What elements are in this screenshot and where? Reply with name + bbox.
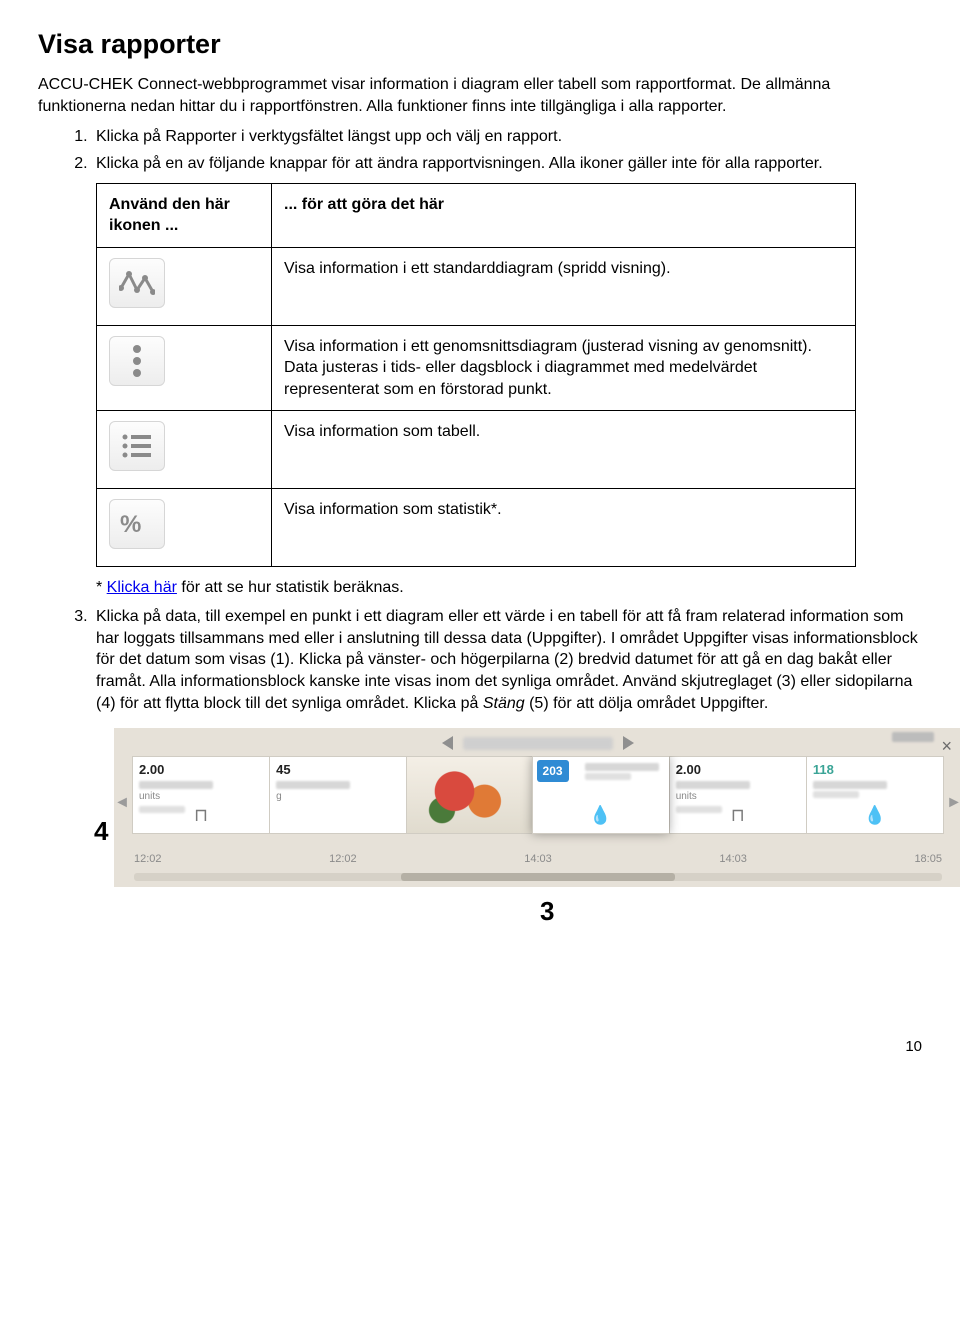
date-label xyxy=(463,737,613,750)
timestamp: 14:03 xyxy=(524,852,552,867)
card-title xyxy=(276,781,350,789)
close-icon[interactable]: × xyxy=(941,734,952,758)
footnote-link[interactable]: Klicka här xyxy=(107,579,177,596)
callout-4-left: 4 xyxy=(94,814,108,849)
svg-text:%: % xyxy=(120,511,141,538)
card-value: 2.00 xyxy=(139,762,164,777)
step-1: Klicka på Rapporter i verktygsfältet län… xyxy=(92,126,922,148)
next-day-arrow-icon[interactable] xyxy=(623,736,634,750)
card-sub: units xyxy=(139,791,160,802)
details-panel: × ◄ 2.00 units ⊓ 45 xyxy=(114,728,960,887)
steps-list: Klicka på Rapporter i verktygsfältet län… xyxy=(38,126,922,887)
intro-paragraph: ACCU-CHEK Connect-webbprogrammet visar i… xyxy=(38,74,922,117)
timestamp: 12:02 xyxy=(134,852,162,867)
table-row: Visa information som tabell. xyxy=(97,411,856,489)
timestamps-row: 12:02 12:02 14:03 14:03 18:05 xyxy=(114,852,960,867)
page-number: 10 xyxy=(38,1037,922,1057)
callout-3: 3 xyxy=(540,894,554,929)
step-2: Klicka på en av följande knappar för att… xyxy=(92,153,922,598)
scroll-left-arrow-icon[interactable]: ◄ xyxy=(114,756,130,850)
scatter-chart-icon[interactable] xyxy=(109,258,165,308)
cards-row: 2.00 units ⊓ 45 g xyxy=(130,756,946,850)
card-value: 2.00 xyxy=(676,762,701,777)
table-view-icon[interactable] xyxy=(109,421,165,471)
card-value: 45 xyxy=(276,762,290,777)
table-row: Visa information i ett genomsnittsdiagra… xyxy=(97,325,856,411)
card-sub: units xyxy=(676,791,697,802)
statistics-icon[interactable]: % xyxy=(109,499,165,549)
card-title xyxy=(676,781,750,789)
scroll-thumb[interactable] xyxy=(401,873,676,881)
col-header-icon: Använd den här ikonen ... xyxy=(97,183,272,247)
desc-average: Visa information i ett genomsnittsdiagra… xyxy=(272,325,856,411)
scroll-right-arrow-icon[interactable]: ► xyxy=(946,756,960,850)
table-row: Visa information i ett standarddiagram (… xyxy=(97,248,856,326)
info-card-selected[interactable]: 203 💧 xyxy=(532,756,669,834)
table-row: % Visa information som statistik*. xyxy=(97,488,856,566)
details-header: × xyxy=(114,728,960,756)
insulin-icon: ⊓ xyxy=(731,803,745,827)
card-sub: g xyxy=(276,791,282,802)
close-label xyxy=(892,732,934,742)
card-value: 118 xyxy=(813,762,834,777)
insulin-icon: ⊓ xyxy=(194,803,208,827)
card-subtitle xyxy=(139,806,185,813)
card-title xyxy=(585,763,659,771)
info-card[interactable]: 45 g xyxy=(269,756,406,834)
card-subtitle xyxy=(585,773,631,780)
step-3: Klicka på data, till exempel en punkt i … xyxy=(92,606,922,887)
step-2-text: Klicka på en av följande knappar för att… xyxy=(96,155,823,172)
info-card-photo[interactable] xyxy=(406,756,531,834)
card-subtitle xyxy=(676,806,722,813)
meal-photo xyxy=(407,757,531,833)
page-title: Visa rapporter xyxy=(38,26,922,62)
footnote-prefix: * xyxy=(96,579,107,596)
footnote: * Klicka här för att se hur statistik be… xyxy=(96,577,922,599)
card-title xyxy=(139,781,213,789)
info-card[interactable]: 2.00 units ⊓ xyxy=(669,756,806,834)
drop-icon: 💧 xyxy=(589,803,611,827)
desc-table: Visa information som tabell. xyxy=(272,411,856,489)
info-card[interactable]: 2.00 units ⊓ xyxy=(132,756,269,834)
prev-day-arrow-icon[interactable] xyxy=(442,736,453,750)
card-subtitle xyxy=(813,791,859,798)
footnote-suffix: för att se hur statistik beräknas. xyxy=(177,579,404,596)
drop-icon: 💧 xyxy=(864,803,886,827)
horizontal-scrollbar[interactable] xyxy=(134,873,942,881)
info-card[interactable]: 118 💧 xyxy=(806,756,944,834)
timestamp: 18:05 xyxy=(914,852,942,867)
step-3-italic: Stäng xyxy=(483,695,525,712)
average-chart-icon[interactable] xyxy=(109,336,165,386)
desc-statistics: Visa information som statistik*. xyxy=(272,488,856,566)
details-screenshot: 1 2 2 5 4 4 3 × ◄ 2.00 xyxy=(96,728,922,887)
card-title xyxy=(813,781,887,789)
timestamp: 12:02 xyxy=(329,852,357,867)
timestamp: 14:03 xyxy=(719,852,747,867)
step-3-text-b: (5) för att dölja området Uppgifter. xyxy=(525,695,769,712)
col-header-desc: ... för att göra det här xyxy=(272,183,856,247)
icon-description-table: Använd den här ikonen ... ... för att gö… xyxy=(96,183,856,567)
desc-scatter: Visa information i ett standarddiagram (… xyxy=(272,248,856,326)
glucose-badge: 203 xyxy=(537,760,569,782)
